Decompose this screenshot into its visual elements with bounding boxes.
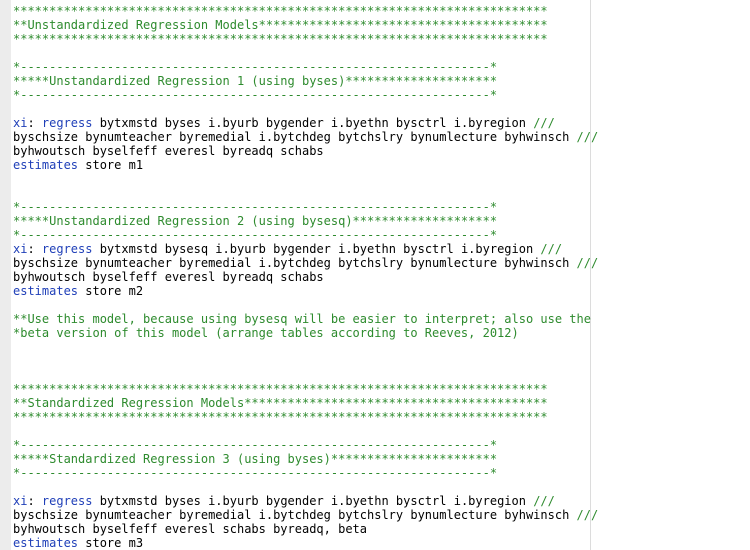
code-line[interactable]: *---------------------------------------… — [13, 60, 598, 74]
code-line[interactable] — [13, 46, 598, 60]
code-line[interactable] — [13, 102, 598, 116]
keyword: estimates — [13, 158, 79, 172]
comment-text: *****Unstandardized Regression 2 (using … — [13, 214, 498, 228]
comment-text: ****************************************… — [13, 4, 548, 18]
code-line[interactable]: *****Unstandardized Regression 2 (using … — [13, 214, 598, 228]
comment-text: *beta version of this model (arrange tab… — [13, 326, 519, 340]
comment-text: *---------------------------------------… — [13, 228, 498, 242]
code-text: store m2 — [78, 284, 144, 298]
code-line[interactable]: estimates store m2 — [13, 284, 598, 298]
code-line[interactable] — [13, 340, 598, 354]
comment-text: *****Standardized Regression 3 (using by… — [13, 452, 498, 466]
code-line[interactable] — [13, 186, 598, 200]
code-line[interactable]: *****Standardized Regression 3 (using by… — [13, 452, 598, 466]
separator: : — [27, 116, 42, 130]
code-text: store m3 — [78, 536, 144, 550]
code-line[interactable] — [13, 480, 598, 494]
code-text: byschsize bynumteacher byremedial i.bytc… — [13, 130, 577, 144]
code-line[interactable]: **Unstandardized Regression Models******… — [13, 18, 598, 32]
code-line[interactable]: byschsize bynumteacher byremedial i.bytc… — [13, 508, 598, 522]
code-line[interactable]: byhwoutsch byselfeff everesl byreadq sch… — [13, 144, 598, 158]
comment-text: ****************************************… — [13, 382, 548, 396]
comment-text: *---------------------------------------… — [13, 60, 498, 74]
code-text: byschsize bynumteacher byremedial i.bytc… — [13, 508, 577, 522]
code-line[interactable]: byschsize bynumteacher byremedial i.bytc… — [13, 256, 598, 270]
line-gutter — [0, 0, 11, 550]
do-file-editor[interactable]: ****************************************… — [0, 0, 750, 550]
line-continuation: /// — [576, 130, 599, 144]
code-line[interactable]: ****************************************… — [13, 410, 598, 424]
keyword: xi — [13, 242, 28, 256]
code-line[interactable]: **Standardized Regression Models********… — [13, 396, 598, 410]
code-line[interactable] — [13, 354, 598, 368]
comment-text: *---------------------------------------… — [13, 466, 498, 480]
keyword: estimates — [13, 284, 79, 298]
comment-text: **Unstandardized Regression Models******… — [13, 18, 548, 32]
code-text: bytxmstd byses i.byurb bygender i.byethn… — [92, 494, 534, 508]
code-text: byhwoutsch byselfeff everesl byreadq sch… — [13, 144, 324, 158]
keyword: estimates — [13, 536, 79, 550]
code-line[interactable] — [13, 298, 598, 312]
line-continuation: /// — [540, 242, 563, 256]
comment-text: ****************************************… — [13, 410, 548, 424]
line-continuation: /// — [576, 508, 599, 522]
code-text: byhwoutsch byselfeff everesl schabs byre… — [13, 522, 368, 536]
code-line[interactable]: xi: regress bytxmstd bysesq i.byurb byge… — [13, 242, 598, 256]
comment-text: *---------------------------------------… — [13, 438, 498, 452]
code-line[interactable]: byschsize bynumteacher byremedial i.bytc… — [13, 130, 598, 144]
comment-text: **Use this model, because using bysesq w… — [13, 312, 591, 326]
code-line[interactable]: *****Unstandardized Regression 1 (using … — [13, 74, 598, 88]
code-line[interactable]: ****************************************… — [13, 32, 598, 46]
code-text: store m1 — [78, 158, 144, 172]
code-line[interactable]: estimates store m3 — [13, 536, 598, 550]
code-line[interactable]: xi: regress bytxmstd byses i.byurb bygen… — [13, 116, 598, 130]
code-line[interactable]: *---------------------------------------… — [13, 228, 598, 242]
code-line[interactable]: ****************************************… — [13, 382, 598, 396]
code-text-area[interactable]: ****************************************… — [13, 4, 598, 550]
code-line[interactable]: *---------------------------------------… — [13, 200, 598, 214]
comment-text: ****************************************… — [13, 32, 548, 46]
code-text: byhwoutsch byselfeff everesl byreadq sch… — [13, 270, 324, 284]
code-text: bytxmstd bysesq i.byurb bygender i.byeth… — [92, 242, 541, 256]
code-line[interactable]: ****************************************… — [13, 4, 598, 18]
code-line[interactable]: byhwoutsch byselfeff everesl schabs byre… — [13, 522, 598, 536]
keyword: regress — [41, 116, 93, 130]
separator: : — [27, 242, 42, 256]
code-line[interactable]: *---------------------------------------… — [13, 466, 598, 480]
line-continuation: /// — [576, 256, 599, 270]
code-line[interactable]: xi: regress bytxmstd byses i.byurb bygen… — [13, 494, 598, 508]
code-line[interactable] — [13, 424, 598, 438]
code-line[interactable]: *---------------------------------------… — [13, 438, 598, 452]
code-text: bytxmstd byses i.byurb bygender i.byethn… — [92, 116, 534, 130]
code-line[interactable]: estimates store m1 — [13, 158, 598, 172]
comment-text: *****Unstandardized Regression 1 (using … — [13, 74, 498, 88]
code-line[interactable] — [13, 172, 598, 186]
code-line[interactable]: *beta version of this model (arrange tab… — [13, 326, 598, 340]
comment-text: **Standardized Regression Models********… — [13, 396, 548, 410]
code-line[interactable]: *---------------------------------------… — [13, 88, 598, 102]
code-line[interactable] — [13, 368, 598, 382]
code-text: byschsize bynumteacher byremedial i.bytc… — [13, 256, 577, 270]
code-line[interactable]: byhwoutsch byselfeff everesl byreadq sch… — [13, 270, 598, 284]
keyword: regress — [41, 494, 93, 508]
keyword: xi — [13, 494, 28, 508]
separator: : — [27, 494, 42, 508]
code-line[interactable]: **Use this model, because using bysesq w… — [13, 312, 598, 326]
line-continuation: /// — [533, 116, 555, 130]
line-continuation: /// — [533, 494, 555, 508]
comment-text: *---------------------------------------… — [13, 200, 498, 214]
comment-text: *---------------------------------------… — [13, 88, 498, 102]
keyword: regress — [41, 242, 93, 256]
keyword: xi — [13, 116, 28, 130]
